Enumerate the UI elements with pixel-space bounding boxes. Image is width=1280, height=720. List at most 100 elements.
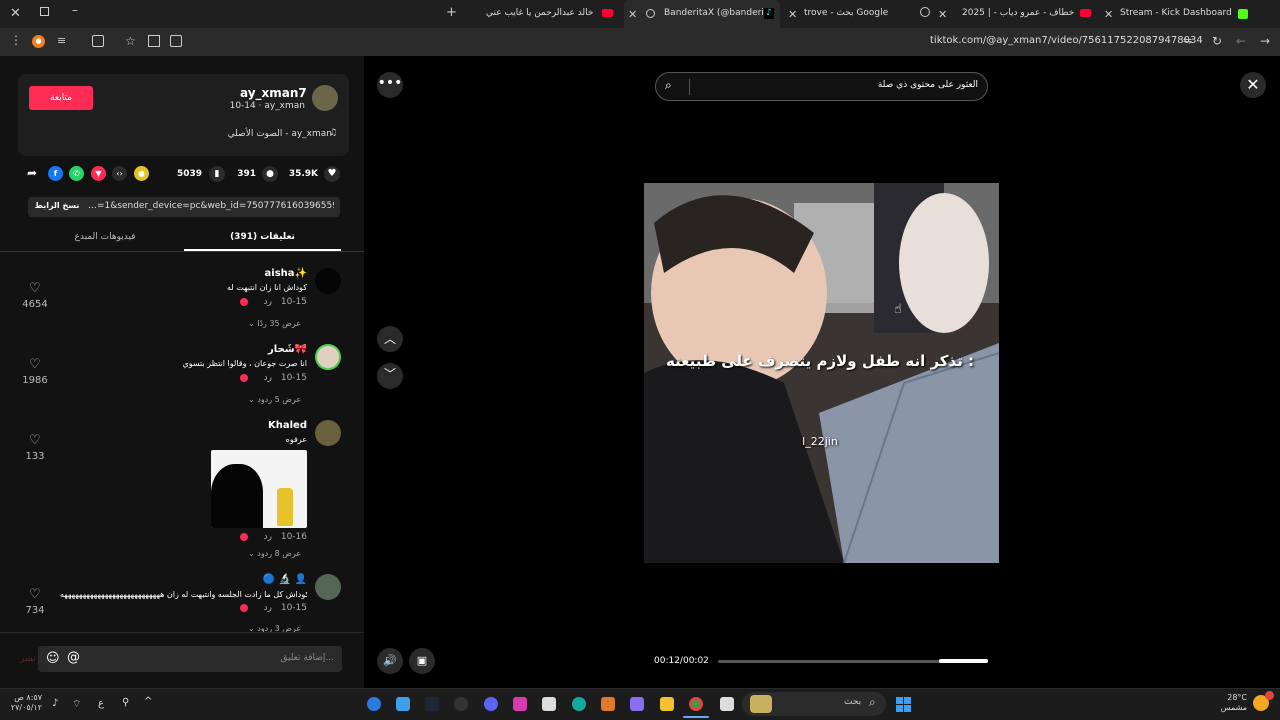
chrome-icon[interactable]	[689, 697, 703, 711]
speaker-tray-icon[interactable]: ♪	[52, 698, 58, 709]
related-search-bar[interactable]: ⌕ العثور على محتوى ذي صلة	[655, 72, 988, 101]
comment-like-count: 734	[25, 605, 45, 616]
view-replies-link[interactable]: ⌄ عرض 35 ردًا	[248, 319, 308, 328]
tab-kick[interactable]: ✕ Stream - Kick Dashboard	[1098, 0, 1280, 28]
picture-in-picture-button[interactable]: ▣	[409, 648, 435, 674]
reply-link[interactable]: رد	[258, 532, 272, 542]
comment-author[interactable]: Khaled	[230, 420, 307, 431]
file-explorer-icon[interactable]	[660, 697, 674, 711]
commenter-avatar[interactable]	[315, 344, 341, 370]
reply-link[interactable]: رد	[258, 297, 272, 307]
tab-tiktok-banderitax[interactable]: ✕ BanderitaX (@banderitax) ♪	[624, 0, 780, 28]
edge-beta-icon[interactable]	[367, 697, 381, 711]
steam-icon[interactable]	[425, 697, 439, 711]
embed-icon[interactable]: ‹›	[112, 166, 127, 181]
commenter-avatar[interactable]	[315, 420, 341, 446]
mention-icon[interactable]: @	[67, 650, 80, 665]
author-avatar[interactable]	[312, 85, 338, 111]
comment-author[interactable]: 🔵 🔬 👤	[230, 574, 307, 585]
discord-icon[interactable]	[484, 697, 498, 711]
close-button[interactable]: ✕	[1240, 72, 1266, 98]
send-icon[interactable]: ▼	[91, 166, 106, 181]
previous-video-button[interactable]: ︿	[377, 326, 403, 352]
new-tab-icon[interactable]: +	[446, 5, 457, 20]
notepad-icon[interactable]	[720, 697, 734, 711]
copilot-icon[interactable]	[630, 697, 644, 711]
taskbar-clock[interactable]: ٨:٥٧ ص ٢٧/٠٥/١٢	[6, 693, 42, 713]
commenter-avatar[interactable]	[315, 574, 341, 600]
copy-link-button[interactable]: نسخ الرابط	[32, 201, 82, 210]
comment-sticker-image[interactable]	[211, 450, 307, 528]
reload-icon[interactable]: ↻	[1212, 34, 1222, 48]
minimize-window-icon[interactable]: –	[72, 3, 78, 17]
comment-author[interactable]: aisha✨	[230, 268, 307, 279]
cube-app-icon[interactable]	[601, 697, 615, 711]
install-app-icon[interactable]	[170, 35, 182, 47]
clock-date: ٢٧/٠٥/١٢	[10, 703, 42, 712]
video-frame[interactable]	[644, 183, 999, 563]
view-replies-link[interactable]: ⌄ عرض 5 ردود	[248, 395, 308, 404]
view-replies-link[interactable]: ⌄ عرض 3 ردود	[248, 624, 308, 632]
windows-start-icon[interactable]	[896, 697, 911, 712]
author-username[interactable]: ay_xman7	[240, 86, 307, 100]
comment-input[interactable]: ☺ @ إضافة تعليق...	[38, 646, 342, 672]
facebook-icon[interactable]: f	[48, 166, 63, 181]
emoji-icon[interactable]: ☺	[46, 651, 60, 666]
media-app-icon[interactable]	[513, 697, 527, 711]
close-tab-icon[interactable]: ✕	[788, 8, 797, 21]
microphone-icon[interactable]: ⚲	[122, 697, 129, 708]
coin-icon[interactable]: ●	[134, 166, 149, 181]
close-window-icon[interactable]: ✕	[10, 6, 21, 21]
tray-chevron-up-icon[interactable]: ^	[144, 696, 152, 707]
bookmark-star-icon[interactable]: ☆	[125, 34, 136, 48]
close-tab-icon[interactable]: ✕	[938, 8, 947, 21]
save-button[interactable]: ▮	[209, 166, 225, 182]
restore-window-icon[interactable]	[40, 7, 49, 16]
follow-button[interactable]: متابعة	[29, 86, 93, 110]
profile-icon[interactable]: ●	[32, 35, 45, 48]
close-tab-icon[interactable]: ✕	[628, 8, 637, 21]
like-button[interactable]: ♥	[324, 166, 340, 182]
forward-icon[interactable]: ←	[1236, 34, 1246, 48]
tab-comments[interactable]: (391) تعليقات	[184, 232, 341, 242]
commenter-avatar[interactable]	[315, 268, 341, 294]
input-language[interactable]: ع	[98, 698, 104, 709]
heart-outline-icon[interactable]: ♡	[29, 281, 41, 296]
more-options-button[interactable]: •••	[377, 72, 403, 98]
menu-dots-icon[interactable]: ⋮	[10, 33, 22, 47]
site-settings-icon[interactable]: ⇋	[1183, 34, 1192, 47]
weather-widget[interactable]: 28°C مشمس	[1212, 693, 1247, 713]
reply-link[interactable]: رد	[258, 603, 272, 613]
comment-button[interactable]: ●	[262, 166, 278, 182]
comment-author[interactable]: شَحار🎀	[230, 344, 307, 355]
tab-google-search[interactable]: ✕ trove - بحث Google	[782, 0, 916, 28]
next-video-button[interactable]: ﹀	[377, 363, 403, 389]
recorder-icon[interactable]	[454, 697, 468, 711]
tab-youtube-khaled[interactable]: خالد عبدالرحمن يا غايب عني Tube	[464, 0, 622, 28]
reply-link[interactable]: رد	[258, 373, 272, 383]
view-replies-link[interactable]: ⌄ عرض 8 ردود	[248, 549, 308, 558]
volume-button[interactable]: 🔊	[377, 648, 403, 674]
close-tab-icon[interactable]: ✕	[1104, 8, 1113, 21]
tab-youtube-amr-diab[interactable]: ✕ رمش خطاف - عمرو دياب - | 2025	[918, 0, 1096, 28]
share-link-text[interactable]: …=1&sender_device=pc&web_id=750777616039…	[88, 201, 334, 211]
whatsapp-icon[interactable]: ✆	[69, 166, 84, 181]
heart-outline-icon[interactable]: ♡	[29, 587, 41, 602]
taskbar-search[interactable]: بحث ⌕	[742, 692, 886, 716]
search-icon[interactable]: ⌕	[665, 78, 672, 93]
post-comment-button[interactable]: نشر	[20, 654, 36, 664]
heart-outline-icon[interactable]: ♡	[29, 433, 41, 448]
extensions-icon[interactable]	[92, 35, 104, 47]
share-arrow-icon[interactable]: ➦	[27, 166, 37, 180]
heart-outline-icon[interactable]: ♡	[29, 357, 41, 372]
back-icon[interactable]: →	[1260, 34, 1270, 48]
url-text[interactable]: tiktok.com/@ay_xman7/video/7561175220879…	[930, 35, 1203, 46]
wifi-icon[interactable]: ⌔	[72, 698, 81, 711]
tab-creator-videos[interactable]: فيديوهات المبدع	[30, 232, 180, 242]
store-icon[interactable]	[542, 697, 556, 711]
copy-icon[interactable]	[148, 35, 160, 47]
media-control-icon[interactable]: ≡	[57, 34, 66, 47]
sound-label[interactable]: الصوت الأصلي - ay_xman	[212, 129, 332, 139]
edge-icon[interactable]	[572, 697, 586, 711]
shield-app-icon[interactable]	[396, 697, 410, 711]
